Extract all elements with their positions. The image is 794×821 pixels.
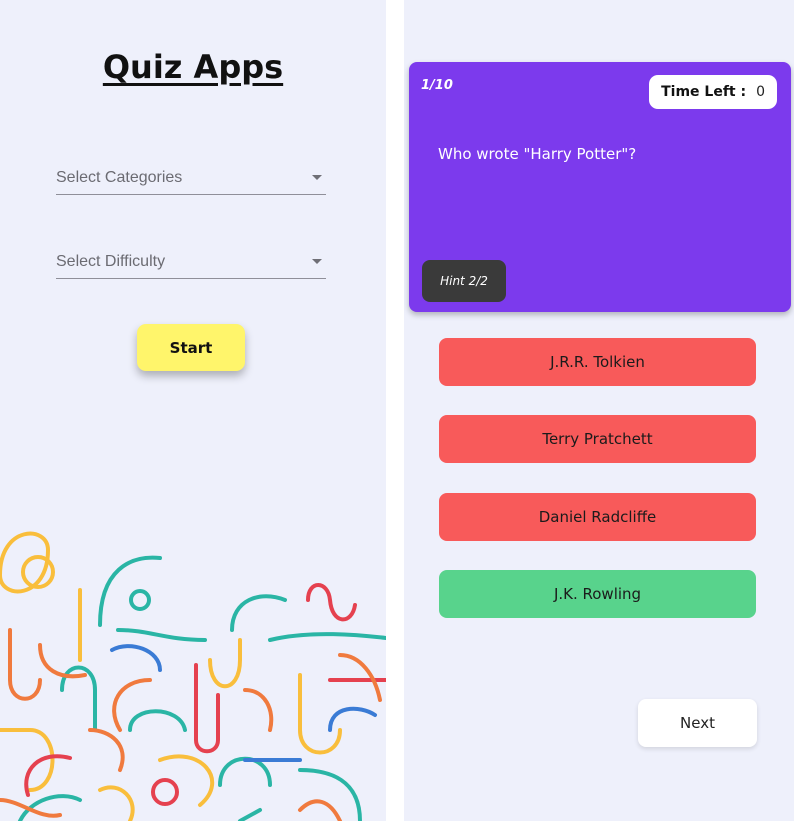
difficulty-select[interactable]: Select Difficulty	[56, 249, 326, 279]
question-progress: 1/10	[421, 78, 453, 93]
timer-badge: Time Left : 0	[649, 75, 777, 109]
next-button[interactable]: Next	[638, 699, 757, 747]
hint-button[interactable]: Hint 2/2	[422, 260, 506, 302]
category-select-placeholder: Select Categories	[56, 169, 183, 186]
answer-option[interactable]: Terry Pratchett	[439, 415, 756, 463]
answer-option[interactable]: Daniel Radcliffe	[439, 493, 756, 541]
category-select[interactable]: Select Categories	[56, 165, 326, 195]
difficulty-select-placeholder: Select Difficulty	[56, 253, 166, 270]
start-button[interactable]: Start	[137, 324, 245, 371]
doodle-illustration	[0, 531, 386, 821]
quiz-screen: 1/10 Time Left : 0 Who wrote "Harry Pott…	[404, 0, 794, 821]
timer-value: 0	[756, 84, 765, 100]
caret-down-icon	[312, 259, 322, 264]
timer-label: Time Left :	[661, 84, 747, 100]
screen-divider	[386, 0, 404, 821]
answer-option[interactable]: J.R.R. Tolkien	[439, 338, 756, 386]
home-screen: Quiz Apps Select Categories Select Diffi…	[0, 0, 386, 821]
question-card: 1/10 Time Left : 0 Who wrote "Harry Pott…	[409, 62, 791, 312]
answer-option-correct[interactable]: J.K. Rowling	[439, 570, 756, 618]
app-title: Quiz Apps	[102, 48, 284, 86]
caret-down-icon	[312, 175, 322, 180]
question-text: Who wrote "Harry Potter"?	[438, 145, 637, 163]
